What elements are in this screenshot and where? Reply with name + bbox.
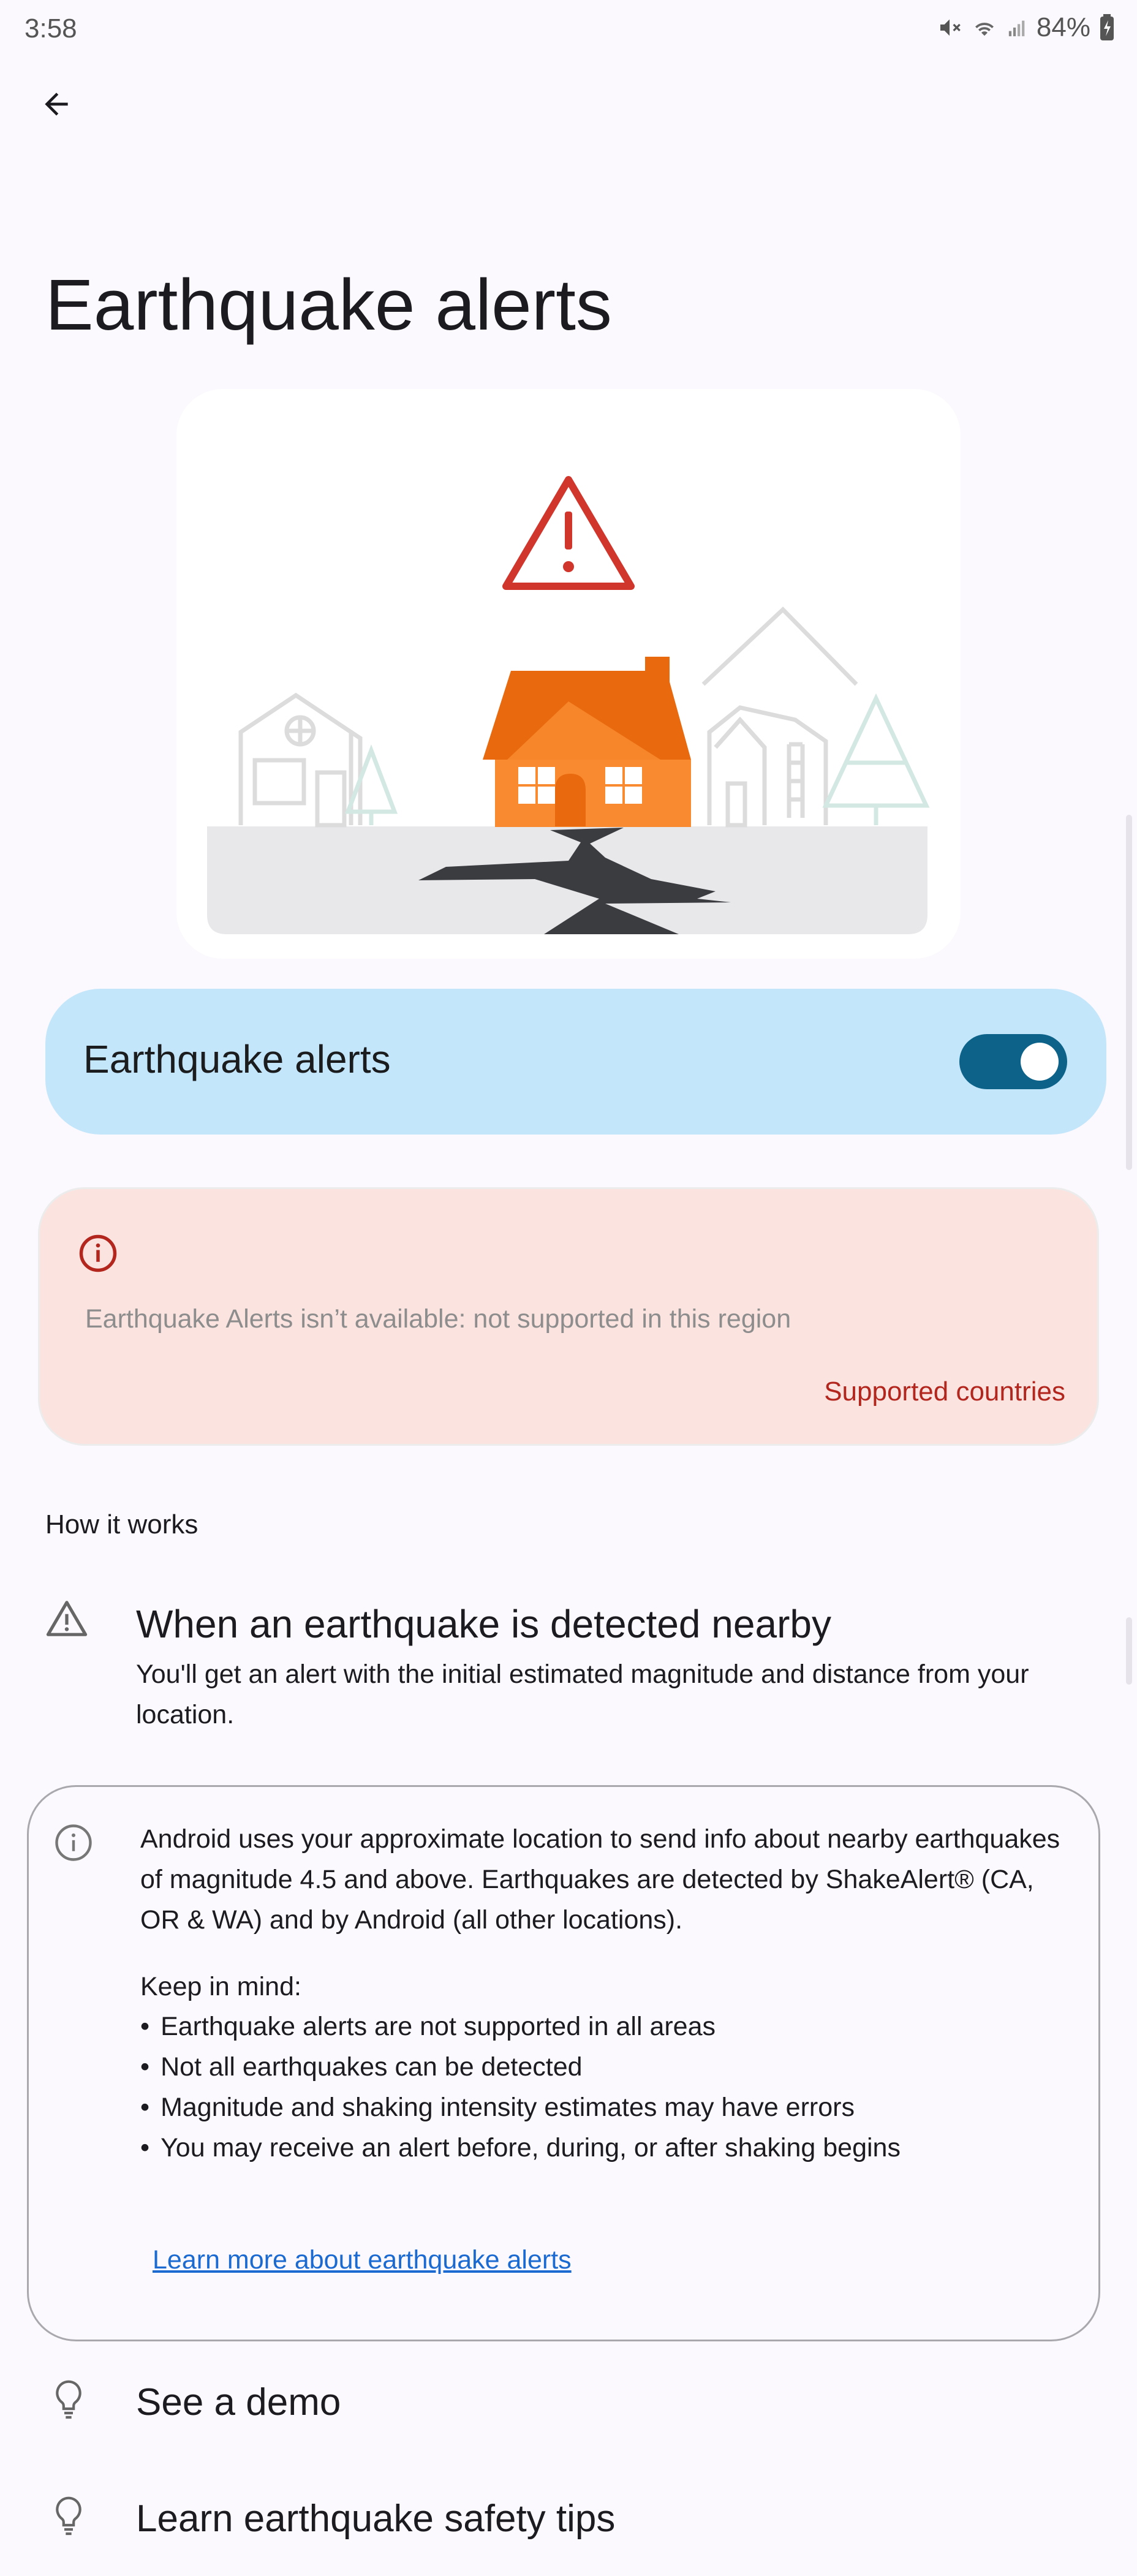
detection-title: When an earthquake is detected nearby bbox=[136, 1602, 831, 1646]
page-title: Earthquake alerts bbox=[45, 265, 612, 346]
toggle-label: Earthquake alerts bbox=[83, 1037, 391, 1081]
safety-tips-row[interactable]: Learn earthquake safety tips bbox=[0, 2466, 1137, 2570]
earthquake-house-illustration bbox=[207, 476, 930, 934]
list-item: You may receive an alert before, during,… bbox=[140, 2128, 901, 2168]
how-it-works-header: How it works bbox=[45, 1509, 198, 1539]
detection-description: You'll get an alert with the initial est… bbox=[136, 1660, 1029, 1729]
warning-triangle-icon bbox=[45, 1599, 88, 1641]
keep-in-mind-list: Earthquake alerts are not supported in a… bbox=[140, 2006, 901, 2168]
learn-more-link[interactable]: Learn more about earthquake alerts bbox=[153, 2245, 572, 2275]
lightbulb-icon bbox=[56, 2496, 81, 2536]
hero-illustration bbox=[176, 389, 961, 959]
signal-icon bbox=[1008, 20, 1025, 37]
info-icon bbox=[53, 1822, 94, 1866]
status-icons: 84% bbox=[937, 12, 1115, 43]
earthquake-alerts-toggle-card[interactable]: Earthquake alerts bbox=[45, 989, 1106, 1135]
mute-icon bbox=[940, 19, 961, 36]
scrollbar-thumb[interactable] bbox=[1126, 1617, 1132, 1685]
scrollbar[interactable] bbox=[1126, 815, 1132, 1170]
unavailable-notice-card: Earthquake Alerts isn’t available: not s… bbox=[38, 1187, 1099, 1446]
see-demo-label: See a demo bbox=[136, 2381, 341, 2423]
back-button[interactable] bbox=[32, 80, 81, 129]
wifi-icon bbox=[975, 23, 994, 36]
battery-icon bbox=[1100, 14, 1114, 40]
info-paragraph: Android uses your approximate location t… bbox=[140, 1824, 1060, 1935]
error-info-icon bbox=[78, 1233, 118, 1277]
arrow-back-icon bbox=[45, 93, 68, 116]
status-time: 3:58 bbox=[25, 13, 77, 43]
safety-tips-label: Learn earthquake safety tips bbox=[136, 2498, 616, 2540]
see-demo-row[interactable]: See a demo bbox=[0, 2350, 1137, 2454]
list-item: Magnitude and shaking intensity estimate… bbox=[140, 2087, 901, 2128]
earthquake-alerts-switch[interactable] bbox=[959, 1034, 1067, 1089]
info-card: Android uses your approximate location t… bbox=[27, 1785, 1100, 2341]
switch-thumb bbox=[1021, 1043, 1059, 1081]
keep-in-mind-title: Keep in mind: bbox=[140, 1972, 301, 2001]
lightbulb-icon bbox=[56, 2380, 81, 2419]
battery-percent: 84% bbox=[1036, 12, 1090, 42]
unavailable-message: Earthquake Alerts isn’t available: not s… bbox=[85, 1304, 791, 1334]
supported-countries-link[interactable]: Supported countries bbox=[824, 1377, 1065, 1407]
list-item: Not all earthquakes can be detected bbox=[140, 2047, 901, 2087]
list-item: Earthquake alerts are not supported in a… bbox=[140, 2006, 901, 2047]
